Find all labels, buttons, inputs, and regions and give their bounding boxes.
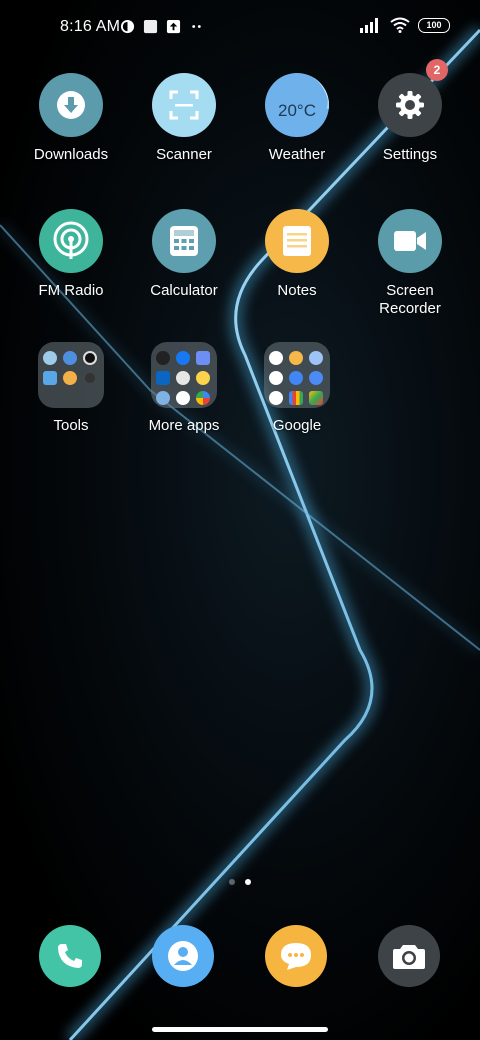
app-mini-icon [269, 391, 283, 405]
app-mini-icon [43, 351, 57, 365]
folder-preview [151, 342, 217, 408]
app-mini-icon [196, 391, 210, 405]
signal-icon [360, 17, 378, 33]
app-weather[interactable]: 20°C Weather [242, 73, 352, 164]
app-screen-recorder[interactable]: Screen Recorder [355, 209, 465, 318]
notes-icon [265, 209, 329, 273]
home-indicator-bar[interactable] [152, 1027, 328, 1032]
app-mini-icon [309, 351, 323, 365]
app-settings[interactable]: 2 Settings [355, 59, 465, 164]
app-downloads[interactable]: Downloads [16, 73, 126, 164]
app-mini-icon [43, 371, 57, 385]
app-label: Calculator [150, 282, 218, 299]
app-mini-icon [156, 371, 170, 385]
app-mini-icon [83, 351, 97, 365]
app-fm-radio[interactable]: FM Radio [16, 209, 126, 300]
app-mini-icon [289, 371, 303, 385]
messages-icon [281, 943, 311, 970]
app-mini-icon [309, 371, 323, 385]
camera-icon [393, 945, 425, 969]
folder-tools[interactable]: Tools [16, 342, 126, 435]
app-mini-icon [63, 371, 77, 385]
calculator-icon [152, 209, 216, 273]
download-icon [39, 73, 103, 137]
app-mini-icon [63, 351, 77, 365]
app-mini-icon [176, 391, 190, 405]
app-label: Tools [53, 417, 89, 434]
app-mini-icon [196, 351, 210, 365]
weather-temperature: 20°C [278, 101, 316, 120]
app-mini-icon [289, 351, 303, 365]
app-label: Scanner [156, 146, 212, 163]
app-label: Screen Recorder [379, 282, 441, 317]
app-mini-icon [289, 391, 303, 405]
app-mini-icon [269, 351, 283, 365]
dock-camera[interactable] [378, 925, 440, 987]
status-time: 8:16 AM [60, 18, 121, 35]
contacts-icon [168, 941, 198, 971]
app-mini-icon [269, 371, 283, 385]
dock-phone[interactable] [39, 925, 101, 987]
more-dots-icon [192, 25, 201, 28]
app-mini-icon [309, 391, 323, 405]
scanner-icon [152, 73, 216, 137]
app-label: FM Radio [38, 282, 104, 299]
weather-icon: 20°C [265, 73, 329, 137]
app-calculator[interactable]: Calculator [129, 209, 239, 300]
page-dot[interactable] [229, 879, 235, 885]
folder-google[interactable]: Google [242, 342, 352, 435]
square-icon [143, 19, 158, 34]
folder-preview [264, 342, 330, 408]
app-mini-icon [176, 371, 190, 385]
notification-badge: 2 [426, 59, 448, 81]
page-indicator [0, 879, 480, 885]
folder-preview [38, 342, 104, 408]
notification-icon [120, 19, 135, 34]
video-camera-icon [378, 209, 442, 273]
dock-contacts[interactable] [152, 925, 214, 987]
app-mini-icon [196, 371, 210, 385]
page-dot-active[interactable] [245, 879, 251, 885]
battery-icon: 100 [418, 17, 450, 33]
app-label: Google [272, 417, 322, 434]
upload-icon [166, 19, 181, 34]
folder-more-apps[interactable]: More apps [129, 342, 239, 435]
app-label: Settings [382, 146, 438, 163]
app-mini-icon [156, 391, 170, 405]
app-label: Downloads [33, 146, 109, 163]
phone-icon [58, 944, 82, 968]
gear-icon: 2 [378, 59, 448, 137]
app-label: Weather [268, 146, 326, 163]
app-mini-icon [156, 351, 170, 365]
wifi-icon [390, 17, 410, 33]
radio-icon [39, 209, 103, 273]
home-screen: 8:16 AM 100 Downloads Scanner 20°C Weath… [0, 0, 480, 1040]
status-bar: 8:16 AM 100 [0, 0, 480, 56]
app-notes[interactable]: Notes [242, 209, 352, 300]
app-mini-icon [176, 351, 190, 365]
app-label: Notes [277, 282, 317, 299]
app-scanner[interactable]: Scanner [129, 73, 239, 164]
dock-messages[interactable] [265, 925, 327, 987]
app-label: More apps [148, 417, 220, 434]
app-mini-icon [85, 373, 95, 383]
